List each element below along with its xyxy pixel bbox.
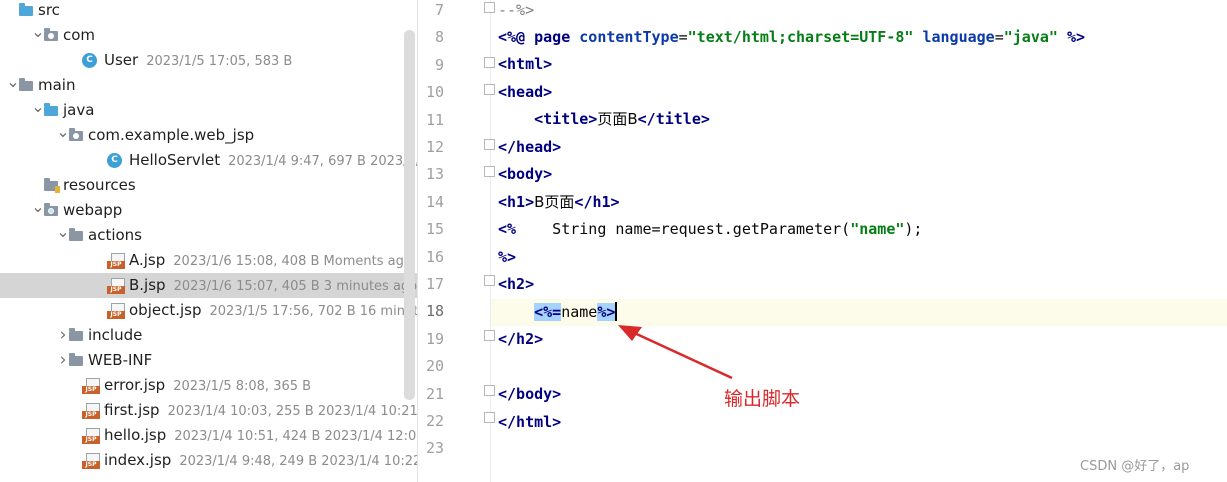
tree-item-label: resources (63, 173, 136, 198)
tree-item-label: src (38, 0, 60, 23)
source-root-folder-icon (43, 103, 59, 118)
file-meta: 2023/1/4 10:03, 255 B 2023/1/4 10:21 (167, 404, 417, 419)
jsp-file-icon: JSP (107, 253, 125, 269)
tree-item-label: index.jsp 2023/1/4 9:48, 249 B 2023/1/4 1… (104, 448, 417, 473)
file-name: com (63, 26, 96, 44)
tree-item-label: HelloServlet 2023/1/4 9:47, 697 B 2023/1/… (129, 148, 417, 173)
tree-item-label: A.jsp 2023/1/6 15:08, 408 B Moments ago (129, 248, 412, 273)
tree-item-label: hello.jsp 2023/1/4 10:51, 424 B 2023/1/4 … (104, 423, 417, 448)
tree-item-label: com.example.web_jsp (88, 123, 254, 148)
file-meta: 2023/1/5 8:08, 365 B (173, 379, 312, 394)
file-name: object.jsp (129, 301, 202, 319)
file-meta: 2023/1/4 9:48, 249 B 2023/1/4 10:22 (179, 454, 417, 469)
tree-item-label: WEB-INF (88, 348, 152, 373)
tree-item-label: first.jsp 2023/1/4 10:03, 255 B 2023/1/4 … (104, 398, 417, 423)
file-meta: 2023/1/4 9:47, 697 B 2023/1/4 (228, 154, 417, 169)
tree-item-index-jsp[interactable]: JSP index.jsp 2023/1/4 9:48, 249 B 2023/1/… (0, 448, 417, 473)
tree-item-label: webapp (63, 198, 122, 223)
tree-item-include[interactable]: › include (0, 323, 417, 348)
tree-item-a-jsp[interactable]: JSP A.jsp 2023/1/6 15:08, 408 B Moments ag… (0, 248, 417, 273)
file-name: error.jsp (104, 376, 166, 394)
tree-item-label: User 2023/1/5 17:05, 583 B (104, 48, 292, 73)
tree-item-helloservlet[interactable]: C HelloServlet 2023/1/4 9:47, 697 B 2023/1… (0, 148, 417, 173)
file-name: first.jsp (104, 401, 160, 419)
file-name: com.example.web_jsp (88, 126, 255, 144)
annotation-arrow-icon (618, 325, 733, 380)
tree-item-actions[interactable]: ⌄ actions (0, 223, 417, 248)
folder-icon (68, 228, 84, 243)
file-name: webapp (63, 201, 123, 219)
package-folder-icon (43, 28, 59, 43)
tree-item-label: com (63, 23, 95, 48)
jsp-file-icon: JSP (82, 428, 100, 444)
file-name: actions (88, 226, 142, 244)
jsp-file-icon: JSP (107, 278, 125, 294)
file-name: src (38, 1, 60, 19)
file-name: main (38, 76, 76, 94)
tree-item-error-jsp[interactable]: JSP error.jsp 2023/1/5 8:08, 365 B (0, 373, 417, 398)
tree-item-hello-jsp[interactable]: JSP hello.jsp 2023/1/4 10:51, 424 B 2023/1… (0, 423, 417, 448)
tree-item-object-jsp[interactable]: JSP object.jsp 2023/1/5 17:56, 702 B 16 mi… (0, 298, 417, 323)
file-meta: 2023/1/6 15:08, 408 B Moments ago (173, 254, 412, 269)
file-name: HelloServlet (129, 151, 221, 169)
tree-item-web-inf[interactable]: › WEB-INF (0, 348, 417, 373)
file-name: hello.jsp (104, 426, 167, 444)
tree-item-label: actions (88, 223, 142, 248)
file-name: WEB-INF (88, 351, 153, 369)
tree-item-label: main (38, 73, 75, 98)
file-name: include (88, 326, 143, 344)
jsp-file-icon: JSP (107, 303, 125, 319)
folder-icon (68, 353, 84, 368)
tree-item-label: include (88, 323, 142, 348)
file-meta: 2023/1/6 15:07, 405 B 3 minutes ago (173, 279, 417, 294)
java-class-icon: C (107, 153, 123, 168)
file-name: User (104, 51, 139, 69)
file-meta: 2023/1/5 17:05, 583 B (146, 54, 293, 69)
tree-item-label: object.jsp 2023/1/5 17:56, 702 B 16 minut… (129, 298, 417, 323)
tree-item-com-example-web-jsp[interactable]: ⌄ com.example.web_jsp (0, 123, 417, 148)
tree-item-java[interactable]: ⌄ java (0, 98, 417, 123)
folder-icon (68, 328, 84, 343)
jsp-file-icon: JSP (82, 453, 100, 469)
tree-item-webapp[interactable]: ⌄ webapp (0, 198, 417, 223)
tree-item-com[interactable]: ⌄ com (0, 23, 417, 48)
jsp-file-icon: JSP (82, 378, 100, 394)
package-folder-icon (68, 128, 84, 143)
tree-item-main[interactable]: ⌄ main (0, 73, 417, 98)
jsp-file-icon: JSP (82, 403, 100, 419)
tree-item-label: java (63, 98, 94, 123)
file-name: B.jsp (129, 276, 166, 294)
tree-item-b-jsp[interactable]: JSP B.jsp 2023/1/6 15:07, 405 B 3 minutes … (0, 273, 417, 298)
web-folder-icon (43, 203, 59, 218)
tree-item-label: B.jsp 2023/1/6 15:07, 405 B 3 minutes ago (129, 273, 417, 298)
project-tree-panel: src ⌄ com C User 2023/1/5 17:05, 583 B ⌄ main ⌄ j… (0, 0, 417, 482)
file-name: java (63, 101, 95, 119)
csdn-watermark: CSDN @好了，ap (1080, 459, 1190, 474)
tree-scrollbar[interactable] (404, 30, 415, 400)
folder-icon (18, 78, 34, 93)
tree-item-src[interactable]: src (0, 0, 417, 23)
tree-item-first-jsp[interactable]: JSP first.jsp 2023/1/4 10:03, 255 B 2023/1… (0, 398, 417, 423)
tree-item-label: error.jsp 2023/1/5 8:08, 365 B (104, 373, 311, 398)
file-name: resources (63, 176, 136, 194)
tree-item-resources[interactable]: resources (0, 173, 417, 198)
code-editor[interactable]: 7 8 9 10 11 12 13 14 15 16 17 18 19 20 21 22 23 --%> <%@… (418, 0, 1227, 482)
file-meta: 2023/1/5 17:56, 702 B 16 minutes a (209, 304, 418, 319)
tree-item-user[interactable]: C User 2023/1/5 17:05, 583 B (0, 48, 417, 73)
file-name: A.jsp (129, 251, 166, 269)
resources-folder-icon (43, 178, 60, 193)
file-name: index.jsp (104, 451, 172, 469)
source-folder-icon (18, 3, 34, 18)
file-meta: 2023/1/4 10:51, 424 B 2023/1/4 12:04 (174, 429, 417, 444)
java-class-icon: C (82, 53, 98, 68)
annotation-label: 输出脚本 (724, 388, 801, 410)
